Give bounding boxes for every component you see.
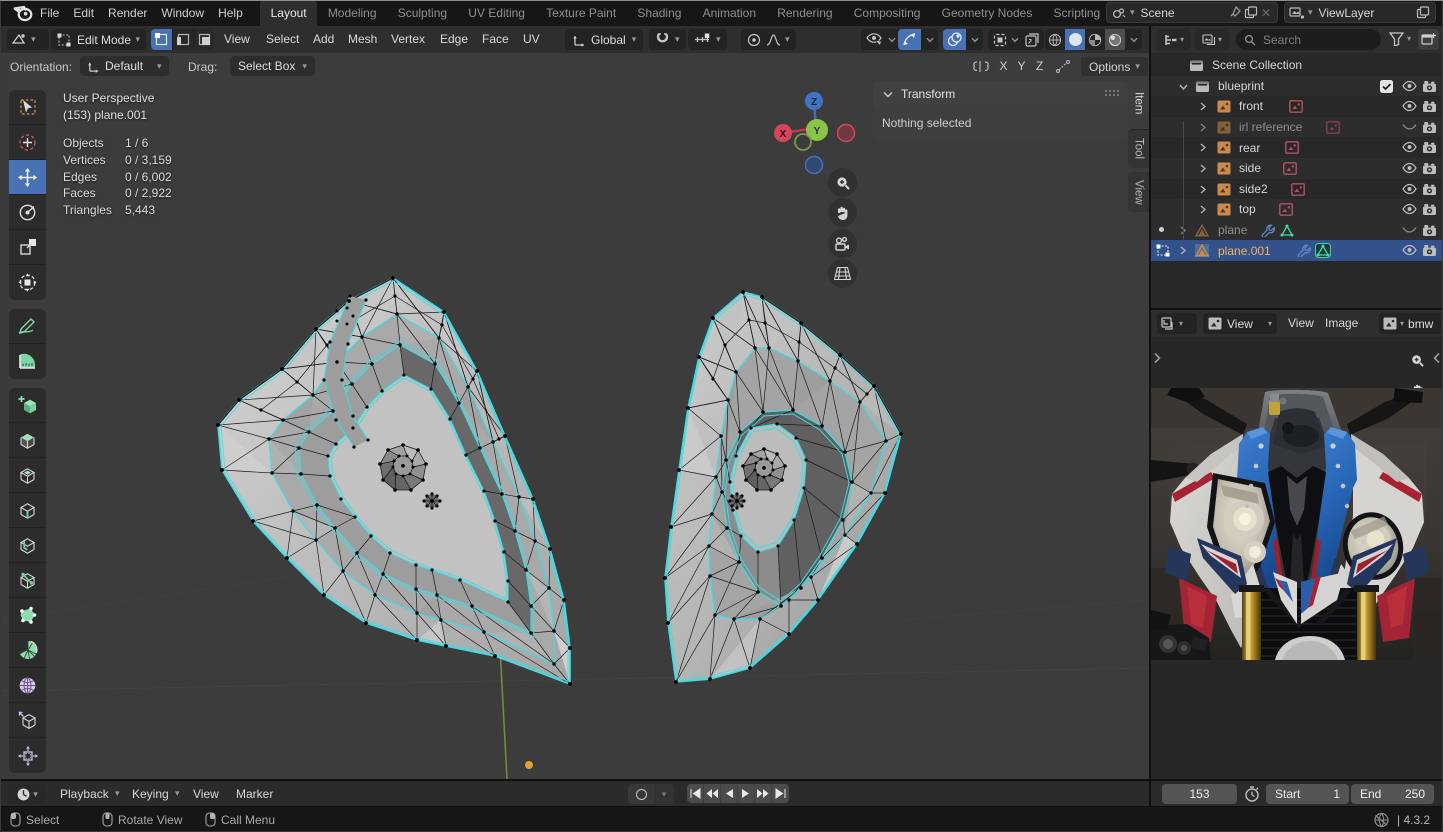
svg-text:Z: Z xyxy=(811,97,817,108)
svg-text:X: X xyxy=(780,129,787,140)
svg-text:Y: Y xyxy=(814,126,821,137)
